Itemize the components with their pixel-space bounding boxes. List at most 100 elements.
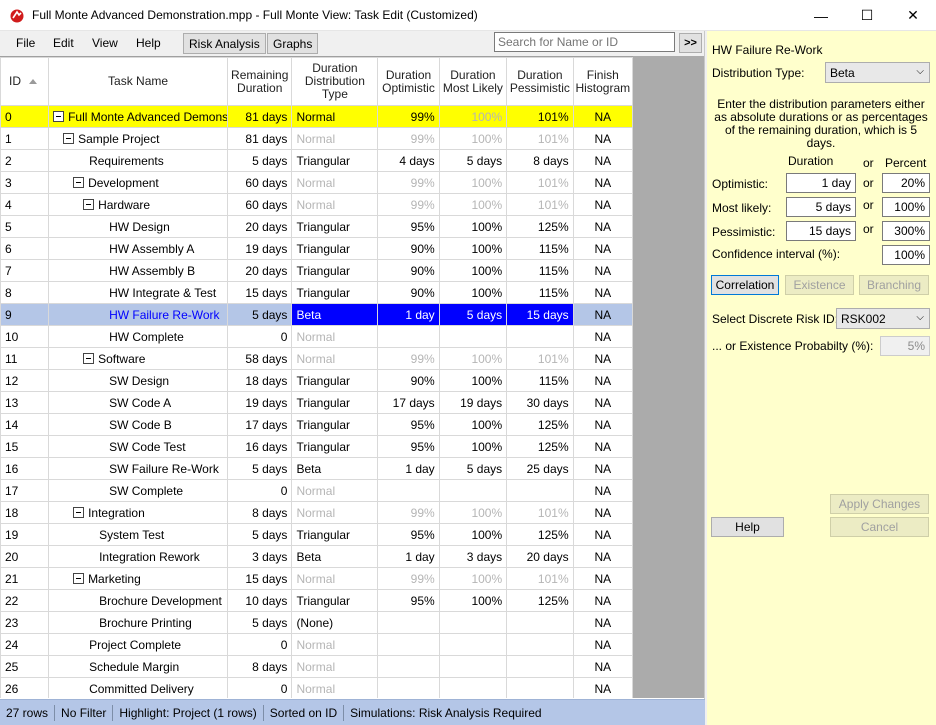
cell-distribution-type[interactable]: Normal <box>291 171 379 194</box>
cell-most-likely[interactable]: 100% <box>438 215 508 238</box>
cell-distribution-type[interactable]: Triangular <box>291 435 379 458</box>
optimistic-percent-input[interactable] <box>882 173 930 193</box>
cell-id[interactable]: 14 <box>0 413 50 436</box>
cell-optimistic[interactable]: 99% <box>377 567 440 590</box>
cell-task-name[interactable]: HW Complete <box>48 325 229 348</box>
col-header-optimistic[interactable]: Duration Optimistic <box>377 57 440 106</box>
cell-optimistic[interactable]: 90% <box>377 259 440 282</box>
pessimistic-percent-input[interactable] <box>882 221 930 241</box>
table-row[interactable]: 9 HW Failure Re-Work 5 days Beta 1 day 5 days… <box>0 303 633 326</box>
cell-finish-histogram[interactable]: NA <box>572 567 633 590</box>
cell-task-name[interactable]: Integration Rework <box>48 545 229 568</box>
cell-most-likely[interactable]: 100% <box>438 501 508 524</box>
collapse-icon[interactable] <box>53 110 65 122</box>
cell-remaining-duration[interactable]: 20 days <box>227 215 293 238</box>
cell-finish-histogram[interactable]: NA <box>572 259 633 282</box>
cell-remaining-duration[interactable]: 15 days <box>227 281 293 304</box>
help-button[interactable]: Help <box>711 517 784 537</box>
cell-finish-histogram[interactable]: NA <box>572 105 633 128</box>
table-row[interactable]: 14 SW Code B 17 days Triangular 95% 100% 125% N… <box>0 413 633 436</box>
table-row[interactable]: 16 SW Failure Re-Work 5 days Beta 1 day 5 day… <box>0 457 633 480</box>
cell-most-likely[interactable]: 5 days <box>438 303 508 326</box>
cell-task-name[interactable]: Brochure Development <box>48 589 229 612</box>
cell-distribution-type[interactable]: Triangular <box>291 259 379 282</box>
cell-most-likely[interactable] <box>438 611 508 634</box>
cell-optimistic[interactable]: 99% <box>377 127 440 150</box>
cell-task-name[interactable]: Software <box>48 347 229 370</box>
cell-task-name[interactable]: SW Design <box>48 369 229 392</box>
confidence-interval-input[interactable] <box>882 245 930 265</box>
cell-pessimistic[interactable] <box>506 655 574 678</box>
cell-distribution-type[interactable]: Normal <box>291 501 379 524</box>
cell-finish-histogram[interactable]: NA <box>572 369 633 392</box>
cell-pessimistic[interactable] <box>506 677 574 698</box>
cell-remaining-duration[interactable]: 19 days <box>227 391 293 414</box>
cell-optimistic[interactable]: 90% <box>377 369 440 392</box>
cell-most-likely[interactable]: 100% <box>438 435 508 458</box>
cell-remaining-duration[interactable]: 5 days <box>227 303 293 326</box>
cell-finish-histogram[interactable]: NA <box>572 523 633 546</box>
cell-finish-histogram[interactable]: NA <box>572 611 633 634</box>
cell-distribution-type[interactable]: Normal <box>291 655 379 678</box>
cell-finish-histogram[interactable]: NA <box>572 281 633 304</box>
cell-most-likely[interactable]: 100% <box>438 567 508 590</box>
cell-task-name[interactable]: HW Failure Re-Work <box>48 303 229 326</box>
cell-task-name[interactable]: SW Code B <box>48 413 229 436</box>
cell-pessimistic[interactable] <box>506 325 574 348</box>
cell-most-likely[interactable]: 5 days <box>438 457 508 480</box>
cell-id[interactable]: 3 <box>0 171 50 194</box>
cell-finish-histogram[interactable]: NA <box>572 171 633 194</box>
correlation-button[interactable]: Correlation <box>711 275 779 295</box>
cell-distribution-type[interactable]: Normal <box>291 567 379 590</box>
menu-edit[interactable]: Edit <box>53 36 74 50</box>
cell-most-likely[interactable] <box>438 677 508 698</box>
cell-distribution-type[interactable]: Normal <box>291 325 379 348</box>
cell-optimistic[interactable] <box>377 325 440 348</box>
cell-optimistic[interactable]: 99% <box>377 105 440 128</box>
cell-optimistic[interactable] <box>377 677 440 698</box>
cell-pessimistic[interactable]: 115% <box>506 369 574 392</box>
apply-changes-button[interactable]: Apply Changes <box>830 494 929 514</box>
cell-id[interactable]: 1 <box>0 127 50 150</box>
menu-view[interactable]: View <box>92 36 118 50</box>
collapse-icon[interactable] <box>63 132 75 144</box>
cell-remaining-duration[interactable]: 20 days <box>227 259 293 282</box>
cell-id[interactable]: 18 <box>0 501 50 524</box>
cell-pessimistic[interactable]: 8 days <box>506 149 574 172</box>
cell-optimistic[interactable]: 95% <box>377 435 440 458</box>
distribution-type-select[interactable]: Beta ⌵ <box>825 62 930 83</box>
cell-most-likely[interactable]: 100% <box>438 127 508 150</box>
cell-pessimistic[interactable]: 125% <box>506 523 574 546</box>
cell-pessimistic[interactable]: 125% <box>506 589 574 612</box>
cell-distribution-type[interactable]: Beta <box>291 457 379 480</box>
discrete-risk-id-select[interactable]: RSK002 ⌵ <box>836 308 930 329</box>
cell-finish-histogram[interactable]: NA <box>572 589 633 612</box>
cell-optimistic[interactable]: 95% <box>377 215 440 238</box>
cell-task-name[interactable]: HW Assembly A <box>48 237 229 260</box>
cell-task-name[interactable]: SW Code A <box>48 391 229 414</box>
cell-remaining-duration[interactable]: 17 days <box>227 413 293 436</box>
cell-most-likely[interactable]: 100% <box>438 259 508 282</box>
most-likely-duration-input[interactable] <box>786 197 856 217</box>
cell-id[interactable]: 21 <box>0 567 50 590</box>
cell-remaining-duration[interactable]: 0 <box>227 633 293 656</box>
cell-optimistic[interactable]: 99% <box>377 501 440 524</box>
cell-most-likely[interactable] <box>438 633 508 656</box>
cell-task-name[interactable]: Committed Delivery <box>48 677 229 698</box>
table-row[interactable]: 3 Development 60 days Normal 99% 100% 101% NA <box>0 171 633 194</box>
cell-most-likely[interactable]: 19 days <box>438 391 508 414</box>
cell-finish-histogram[interactable]: NA <box>572 215 633 238</box>
cell-distribution-type[interactable]: Triangular <box>291 281 379 304</box>
cell-most-likely[interactable]: 100% <box>438 281 508 304</box>
menu-file[interactable]: File <box>16 36 35 50</box>
cell-id[interactable]: 22 <box>0 589 50 612</box>
cell-most-likely[interactable]: 100% <box>438 589 508 612</box>
table-row[interactable]: 0 Full Monte Advanced Demonst 81 days Norma… <box>0 105 633 128</box>
cell-id[interactable]: 6 <box>0 237 50 260</box>
cell-optimistic[interactable]: 95% <box>377 589 440 612</box>
cell-optimistic[interactable] <box>377 633 440 656</box>
cell-most-likely[interactable]: 3 days <box>438 545 508 568</box>
cell-optimistic[interactable]: 95% <box>377 523 440 546</box>
table-row[interactable]: 5 HW Design 20 days Triangular 95% 100% 125% NA <box>0 215 633 238</box>
cell-finish-histogram[interactable]: NA <box>572 391 633 414</box>
